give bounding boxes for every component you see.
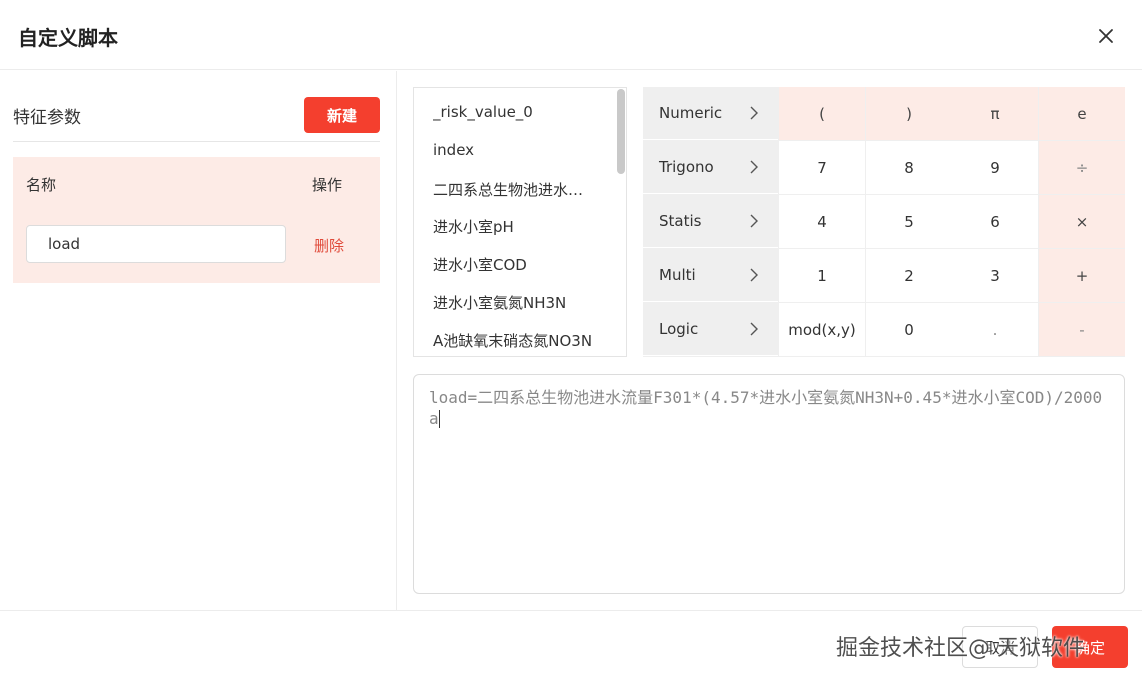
key-open-paren[interactable]: ( bbox=[779, 87, 865, 140]
key-6[interactable]: 6 bbox=[952, 195, 1038, 248]
category-multi[interactable]: Multi bbox=[643, 249, 778, 302]
chevron-right-icon bbox=[750, 160, 758, 174]
key-pi[interactable]: π bbox=[952, 87, 1038, 140]
key-plus[interactable]: + bbox=[1039, 249, 1125, 302]
key-1[interactable]: 1 bbox=[779, 249, 865, 302]
variable-item[interactable]: 二四系总生物池进水… bbox=[433, 179, 603, 200]
new-feature-button[interactable]: 新建 bbox=[304, 97, 380, 133]
calculator-panel: Numeric Trigono Statis Multi Logic ( ) π… bbox=[643, 87, 1125, 357]
feature-table: 名称 操作 删除 bbox=[13, 157, 380, 283]
category-numeric[interactable]: Numeric bbox=[643, 87, 778, 140]
delete-feature-link[interactable]: 删除 bbox=[314, 235, 344, 256]
confirm-button[interactable]: 确定 bbox=[1052, 626, 1128, 668]
key-3[interactable]: 3 bbox=[952, 249, 1038, 302]
text-caret bbox=[438, 410, 440, 428]
key-9[interactable]: 9 bbox=[952, 141, 1038, 194]
dialog-header: 自定义脚本 bbox=[0, 0, 1142, 70]
variable-item[interactable]: 进水小室氨氮NH3N bbox=[433, 292, 603, 313]
script-editor[interactable]: load=二四系总生物池进水流量F301*(4.57*进水小室氨氮NH3N+0.… bbox=[413, 374, 1125, 594]
key-minus[interactable]: - bbox=[1039, 303, 1125, 356]
key-4[interactable]: 4 bbox=[779, 195, 865, 248]
variable-item[interactable]: A池缺氧末硝态氮NO3N bbox=[433, 330, 603, 351]
watermark: 掘金技术社区@ 天狱软件 bbox=[836, 636, 1085, 661]
divider bbox=[13, 141, 380, 142]
key-divide[interactable]: ÷ bbox=[1039, 141, 1125, 194]
category-logic[interactable]: Logic bbox=[643, 303, 778, 356]
variable-item[interactable]: 进水小室pH bbox=[433, 216, 603, 237]
chevron-right-icon bbox=[750, 268, 758, 282]
category-label: Trigono bbox=[659, 158, 714, 176]
variable-list-scrollbar[interactable] bbox=[617, 89, 625, 174]
chevron-right-icon bbox=[750, 214, 758, 228]
category-label: Multi bbox=[659, 266, 696, 284]
key-e[interactable]: e bbox=[1039, 87, 1125, 140]
feature-section-title: 特征参数 bbox=[13, 108, 81, 128]
dialog-title: 自定义脚本 bbox=[18, 26, 118, 50]
category-label: Logic bbox=[659, 320, 699, 338]
category-trigono[interactable]: Trigono bbox=[643, 141, 778, 194]
footer-divider bbox=[0, 610, 1142, 611]
chevron-right-icon bbox=[750, 106, 758, 120]
cancel-button[interactable]: 取消 bbox=[962, 626, 1038, 668]
column-header-action: 操作 bbox=[312, 176, 343, 194]
key-mod[interactable]: mod(x,y) bbox=[779, 303, 865, 356]
category-statis[interactable]: Statis bbox=[643, 195, 778, 248]
key-5[interactable]: 5 bbox=[866, 195, 952, 248]
feature-panel: 特征参数 新建 名称 操作 删除 bbox=[0, 71, 397, 611]
key-8[interactable]: 8 bbox=[866, 141, 952, 194]
key-multiply[interactable]: × bbox=[1039, 195, 1125, 248]
variable-list[interactable]: _risk_value_0 index 二四系总生物池进水… 进水小室pH 进水… bbox=[413, 87, 627, 357]
key-0[interactable]: 0 bbox=[866, 303, 952, 356]
category-label: Numeric bbox=[659, 104, 723, 122]
script-content: load=二四系总生物池进水流量F301*(4.57*进水小室氨氮NH3N+0.… bbox=[429, 388, 1103, 428]
chevron-right-icon bbox=[750, 322, 758, 336]
close-icon[interactable] bbox=[1094, 24, 1118, 48]
key-7[interactable]: 7 bbox=[779, 141, 865, 194]
column-header-name: 名称 bbox=[26, 176, 57, 194]
feature-name-input[interactable] bbox=[26, 225, 286, 263]
variable-item[interactable]: _risk_value_0 bbox=[433, 103, 603, 121]
variable-item[interactable]: 进水小室COD bbox=[433, 254, 603, 275]
variable-item[interactable]: index bbox=[433, 141, 603, 159]
key-dot[interactable]: . bbox=[952, 303, 1038, 356]
key-2[interactable]: 2 bbox=[866, 249, 952, 302]
key-close-paren[interactable]: ) bbox=[866, 87, 952, 140]
category-label: Statis bbox=[659, 212, 702, 230]
